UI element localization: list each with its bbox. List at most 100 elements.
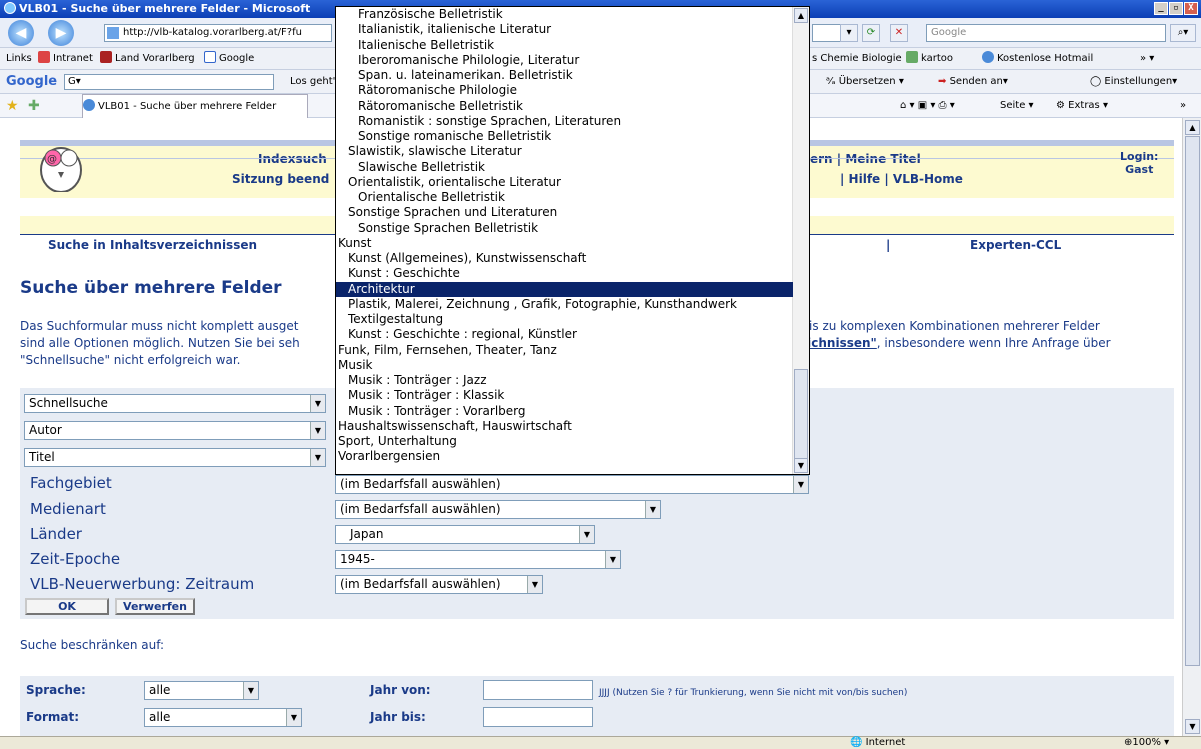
page-title: Suche über mehrere Felder [20,278,282,298]
dropdown-option[interactable]: Italienische Belletristik [336,38,793,53]
forward-button[interactable]: ▶ [48,20,74,46]
dropdown-option[interactable]: Span. u. lateinamerikan. Belletristik [336,68,793,83]
scroll-thumb[interactable] [794,369,808,461]
chevron-down-icon: ▼ [793,476,808,493]
scroll-up-icon[interactable]: ▲ [1185,120,1200,135]
page-icon [107,27,119,39]
dropdown-option[interactable]: Französische Belletristik [336,7,793,22]
link-kartoo[interactable]: kartoo [906,48,953,70]
dropdown-option[interactable]: Musik : Tonträger : Jazz [336,373,793,388]
dropdown-option[interactable]: Slawistik, slawische Literatur [336,144,793,159]
neuerwerbung-select[interactable]: (im Bedarfsfall auswählen) ▼ [335,575,543,594]
page-menu[interactable]: Seite ▾ [1000,94,1034,118]
send-button[interactable]: ➡ Senden an▾ [938,70,1008,94]
field-select-2[interactable]: Autor ▼ [24,421,326,440]
dropdown-option[interactable]: Sport, Unterhaltung [336,434,793,449]
dropdown-scrollbar[interactable]: ▲ ▼ [792,7,809,474]
translate-button[interactable]: ᵃ⁄ₐ Übersetzen ▾ [826,70,904,94]
back-button[interactable]: ◀ [8,20,34,46]
search-go-button[interactable]: ⌕▾ [1170,24,1196,42]
nav-link-hilfe[interactable]: | Hilfe | VLB-Home [840,172,963,186]
send-icon: ➡ [938,76,950,87]
link-chemie[interactable]: s Chemie Biologie [812,48,902,70]
dropdown-option[interactable]: Vorarlbergensien [336,449,793,464]
dropdown-option[interactable]: Musik [336,358,793,373]
link-intranet[interactable]: Intranet [38,48,93,70]
dropdown-option[interactable]: Architektur [336,281,793,297]
dropdown-option[interactable]: Romanistik : sonstige Sprachen, Literatu… [336,114,793,129]
scroll-down-icon[interactable]: ▼ [794,458,808,473]
intranet-icon [38,51,50,63]
favorites-star-icon[interactable]: ★ [6,94,19,118]
dropdown-option[interactable]: Musik : Tonträger : Vorarlberg [336,404,793,419]
fachgebiet-select[interactable]: (im Bedarfsfall auswählen) ▼ [335,475,809,494]
link-hotmail[interactable]: Kostenlose Hotmail [982,48,1093,70]
links-more-button[interactable]: » ▾ [1140,48,1154,70]
dropdown-option[interactable]: Italianistik, italienische Literatur [336,22,793,37]
link-land-vorarlberg[interactable]: Land Vorarlberg [100,48,195,70]
format-select[interactable]: alle ▼ [144,708,302,727]
dropdown-option[interactable]: Iberoromanische Philologie, Literatur [336,53,793,68]
kartoo-icon [906,51,918,63]
field-select-3[interactable]: Titel ▼ [24,448,326,467]
verwerfen-button[interactable]: Verwerfen [115,598,195,615]
tab-more-button[interactable]: » [1180,94,1186,118]
tab-current[interactable]: VLB01 - Suche über mehrere Felder [82,94,308,120]
fachgebiet-dropdown-list[interactable]: ▲ ▼ Französische Belletristik Italianisti… [335,6,810,475]
dropdown-option[interactable]: Kunst (Allgemeines), Kunstwissenschaft [336,251,793,266]
close-button[interactable]: X [1184,2,1198,15]
dropdown-option[interactable]: Sonstige romanische Belletristik [336,129,793,144]
dropdown-option[interactable]: Orientalische Belletristik [336,190,793,205]
label-medienart: Medienart [30,500,106,518]
field-select-1[interactable]: Schnellsuche ▼ [24,394,326,413]
address-dropdown-button[interactable]: ▾ [840,24,858,42]
refresh-icon[interactable]: ⟳ [862,24,880,42]
dropdown-option[interactable]: Kunst : Geschichte [336,266,793,281]
dropdown-option[interactable]: Sonstige Sprachen und Literaturen [336,205,793,220]
search-input[interactable]: Google [926,24,1166,42]
google-go-button[interactable]: Los geht's [290,70,341,94]
dropdown-option[interactable]: Sonstige Sprachen Belletristik [336,221,793,236]
dropdown-option[interactable]: Orientalistik, orientalische Literatur [336,175,793,190]
dropdown-option[interactable]: Plastik, Malerei, Zeichnung , Grafik, Fo… [336,297,793,312]
scroll-down-icon[interactable]: ▼ [1185,719,1200,734]
home-icon[interactable]: ⌂ ▾ ▣ ▾ ⎙ ▾ [900,94,955,118]
dropdown-option[interactable]: Rätoromanische Belletristik [336,99,793,114]
dropdown-option[interactable]: Rätoromanische Philologie [336,83,793,98]
jahr-bis-input[interactable] [483,707,593,727]
nav-link-indexsuche[interactable]: Indexsuch [258,152,327,166]
minimize-button[interactable]: _ [1154,2,1168,15]
globe-icon: 🌐 [850,737,866,748]
nav-link-meine-titel[interactable]: ern | Meine Titel [810,152,921,166]
nav-inhaltsverzeichnisse[interactable]: Suche in Inhaltsverzeichnissen [48,235,257,255]
dropdown-option[interactable]: Haushaltswissenschaft, Hauswirtschaft [336,419,793,434]
dropdown-option[interactable]: Slawische Belletristik [336,160,793,175]
medienart-select[interactable]: (im Bedarfsfall auswählen) ▼ [335,500,661,519]
laender-select[interactable]: Japan ▼ [335,525,595,544]
maximize-button[interactable]: ▫ [1169,2,1183,15]
settings-button[interactable]: ◯ Einstellungen▾ [1090,70,1177,94]
nav-experten-ccl[interactable]: Experten-CCL [970,235,1061,255]
dropdown-option[interactable]: Textilgestaltung [336,312,793,327]
page-scrollbar[interactable]: ▲ ▼ [1182,118,1201,736]
link-google[interactable]: Google [204,48,254,70]
stop-icon[interactable]: ✕ [890,24,908,42]
sprache-select[interactable]: alle ▼ [144,681,259,700]
scroll-up-icon[interactable]: ▲ [794,8,808,23]
dropdown-option[interactable]: Kunst [336,236,793,251]
address-input[interactable]: http://vlb-katalog.vorarlberg.at/F?fu [104,24,332,42]
dropdown-option[interactable]: Musik : Tonträger : Klassik [336,388,793,403]
nav-link-sitzung[interactable]: Sitzung beend [232,172,329,186]
chevron-down-icon: ▼ [527,576,542,593]
scroll-thumb[interactable] [1185,136,1200,666]
ok-button[interactable]: OK [25,598,109,615]
extras-menu[interactable]: ⚙ Extras ▾ [1056,94,1108,118]
dropdown-option[interactable]: Kunst : Geschichte : regional, Künstler [336,327,793,342]
zeit-epoche-select[interactable]: 1945- ▼ [335,550,621,569]
dropdown-option[interactable]: Funk, Film, Fernsehen, Theater, Tanz [336,343,793,358]
google-search-input[interactable]: G▾ [64,74,274,90]
add-favorites-icon[interactable]: ✚ [28,94,40,118]
jahr-von-input[interactable] [483,680,593,700]
zoom-control[interactable]: ⊕100% ▾ [1124,737,1169,749]
link-inhaltsverzeichnissen[interactable]: eichnissen" [799,336,877,350]
